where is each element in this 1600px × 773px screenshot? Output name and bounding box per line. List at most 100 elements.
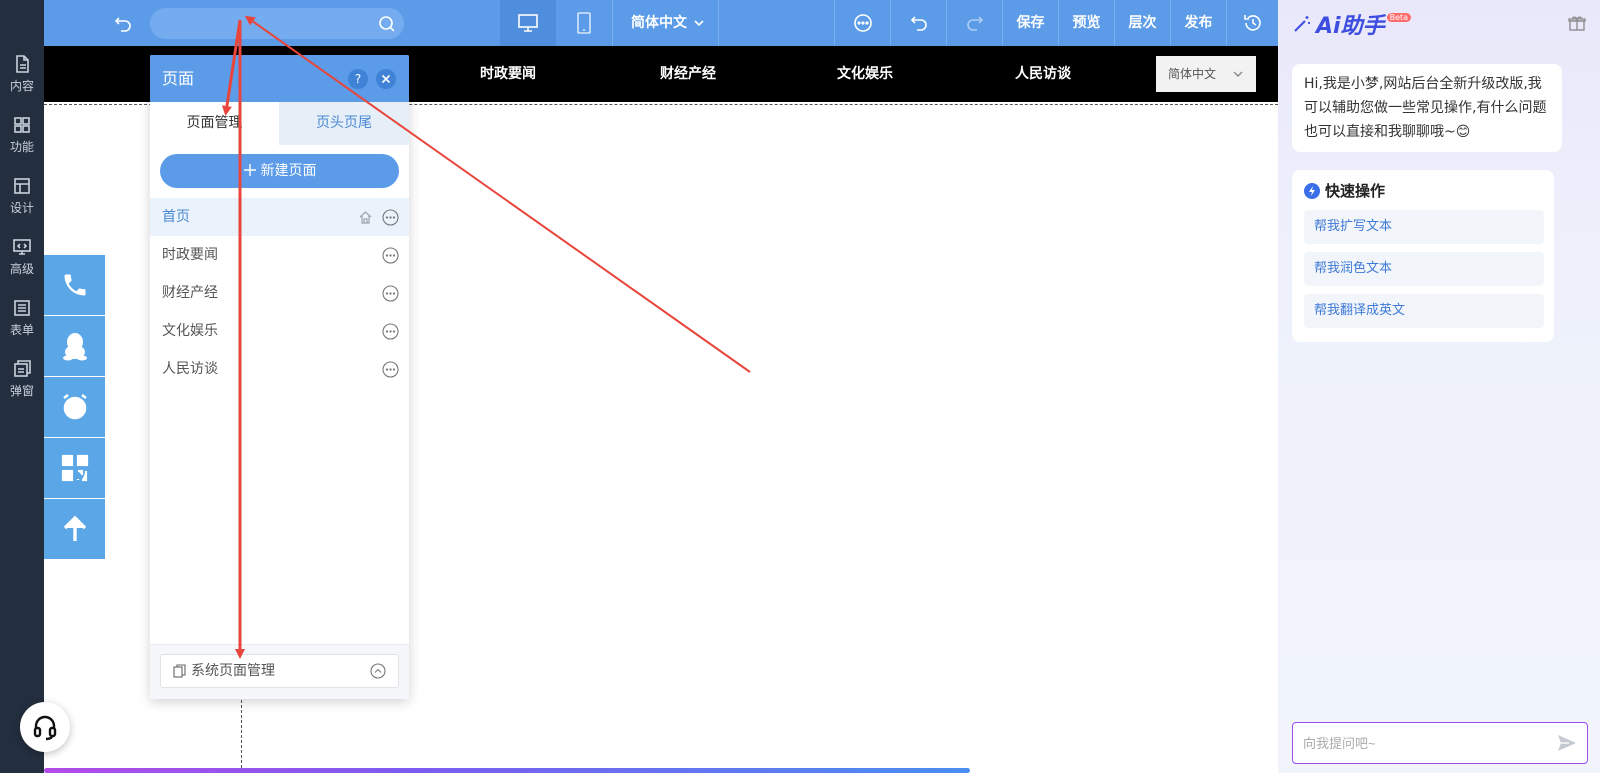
ai-header: Ai助手 Beta	[1278, 0, 1600, 46]
new-page-button[interactable]: 新建页面	[160, 154, 399, 188]
customer-service-button[interactable]	[20, 702, 70, 752]
search-input[interactable]	[162, 13, 372, 33]
list-icon	[14, 300, 30, 316]
sidebar-item-label: 表单	[9, 323, 34, 337]
chevron-down-icon	[694, 20, 704, 27]
panel-tabs: 页面管理 页头页尾	[150, 102, 409, 145]
system-page-management-label: 系统页面管理	[191, 663, 275, 679]
undo-button[interactable]	[890, 0, 946, 46]
save-button[interactable]: 保存	[1002, 0, 1058, 46]
send-icon[interactable]	[1557, 734, 1577, 752]
history-button[interactable]	[1226, 0, 1278, 46]
quick-action-expand-text[interactable]: 帮我扩写文本	[1304, 210, 1544, 244]
more-dots-icon[interactable]	[382, 323, 399, 340]
sidebar-item-advanced[interactable]: 高级	[0, 229, 44, 285]
page-name: 财经产经	[162, 285, 218, 301]
close-button[interactable]	[376, 69, 396, 89]
more-dots-icon[interactable]	[382, 361, 399, 378]
tab-page-management[interactable]: 页面管理	[150, 102, 279, 145]
sidebar-item-label: 内容	[9, 79, 34, 93]
sidebar-item-label: 弹窗	[9, 384, 34, 398]
qq-button[interactable]	[44, 316, 105, 376]
back-button[interactable]	[108, 0, 138, 46]
search-icon	[379, 16, 395, 32]
desktop-view-button[interactable]	[500, 0, 556, 46]
undo-arrow-icon	[114, 17, 131, 32]
layout-icon	[14, 178, 30, 194]
sidebar-item-design[interactable]: 设计	[0, 168, 44, 224]
more-dots-icon[interactable]	[382, 285, 399, 302]
ai-logo: Ai助手 Beta	[1292, 8, 1412, 40]
more-dots-icon[interactable]	[382, 247, 399, 264]
page-list: 首页 时政要闻 财经产经 文化娱乐 人民访谈	[150, 198, 409, 388]
preview-button[interactable]: 预览	[1058, 0, 1114, 46]
more-dots-icon[interactable]	[382, 209, 399, 226]
desktop-icon	[518, 14, 538, 32]
more-options-button[interactable]	[834, 0, 890, 46]
mobile-view-button[interactable]	[556, 0, 612, 46]
help-button[interactable]: ?	[348, 69, 368, 89]
canvas-guide-line	[241, 700, 242, 773]
alarm-clock-button[interactable]	[44, 377, 105, 437]
system-page-management-button[interactable]: 系统页面管理	[160, 654, 399, 688]
phone-button[interactable]	[44, 255, 105, 315]
nav-link[interactable]: 文化娱乐	[837, 46, 893, 102]
left-sidebar: 内容 功能 设计 高级 表单 弹窗	[0, 0, 44, 773]
publish-button[interactable]: 发布	[1170, 0, 1226, 46]
back-to-top-button[interactable]	[44, 499, 105, 559]
search-box[interactable]	[150, 8, 404, 39]
ai-title: Ai助手	[1316, 14, 1385, 39]
sidebar-item-features[interactable]: 功能	[0, 107, 44, 163]
site-language-select[interactable]: 简体中文	[1156, 56, 1256, 92]
page-list-item[interactable]: 时政要闻	[150, 236, 409, 274]
language-select-value: 简体中文	[631, 15, 687, 31]
document-icon	[16, 55, 29, 73]
tab-header-footer[interactable]: 页头页尾	[279, 102, 409, 145]
nav-link[interactable]: 财经产经	[660, 46, 716, 102]
site-language-value: 简体中文	[1168, 67, 1217, 81]
page-list-item[interactable]: 财经产经	[150, 274, 409, 312]
quick-action-translate-english[interactable]: 帮我翻译成英文	[1304, 294, 1544, 328]
ai-chat-input[interactable]	[1303, 733, 1543, 753]
page-list-item[interactable]: 人民访谈	[150, 350, 409, 388]
quick-action-polish-text[interactable]: 帮我润色文本	[1304, 252, 1544, 286]
qq-penguin-icon	[62, 333, 87, 361]
gift-box-icon[interactable]	[1568, 14, 1586, 32]
more-dots-icon	[853, 14, 872, 32]
page-name: 人民访谈	[162, 361, 218, 377]
chevron-up-circle-icon	[370, 663, 386, 679]
redo-icon	[966, 16, 983, 31]
redo-button[interactable]	[946, 0, 1002, 46]
ai-assistant-panel: Ai助手 Beta Hi,我是小梦,网站后台全新升级改版,我可以辅助您做一些常见…	[1278, 0, 1600, 773]
magic-wand-icon	[1294, 16, 1310, 32]
page-management-panel: 页面 ? 页面管理 页头页尾 新建页面 首页 时政要闻 财经产经 文化娱乐 人民…	[150, 55, 409, 699]
alarm-clock-icon	[62, 393, 87, 420]
page-name: 时政要闻	[162, 247, 218, 263]
language-select[interactable]: 简体中文	[612, 0, 718, 46]
loading-progress-bar	[44, 768, 1278, 773]
qr-code-button[interactable]	[44, 438, 105, 498]
page-list-item[interactable]: 文化娱乐	[150, 312, 409, 350]
page-name: 首页	[162, 209, 190, 225]
panel-header: 页面 ?	[150, 55, 409, 102]
chevron-down-icon	[1233, 71, 1243, 77]
home-icon	[359, 211, 372, 224]
arrow-up-icon	[63, 515, 86, 541]
quick-actions-card: 快速操作 帮我扩写文本 帮我润色文本 帮我翻译成英文	[1292, 170, 1554, 342]
nav-link[interactable]: 时政要闻	[480, 46, 536, 102]
sidebar-item-popups[interactable]: 弹窗	[0, 351, 44, 407]
sidebar-item-forms[interactable]: 表单	[0, 290, 44, 346]
top-toolbar: 简体中文 保存 预览 层次 发布	[44, 0, 1278, 46]
sidebar-item-content[interactable]: 内容	[0, 46, 44, 102]
lightning-icon	[1304, 182, 1320, 199]
sidebar-item-label: 设计	[9, 201, 34, 215]
mobile-icon	[577, 12, 591, 34]
page-list-item-home[interactable]: 首页	[150, 198, 409, 236]
layers-button[interactable]: 层次	[1114, 0, 1170, 46]
ai-chat-input-box	[1292, 722, 1588, 764]
close-icon	[381, 74, 391, 84]
nav-link[interactable]: 人民访谈	[1015, 46, 1071, 102]
sidebar-item-label: 高级	[9, 262, 34, 276]
code-monitor-icon	[13, 239, 31, 255]
copy-document-icon	[173, 664, 186, 678]
